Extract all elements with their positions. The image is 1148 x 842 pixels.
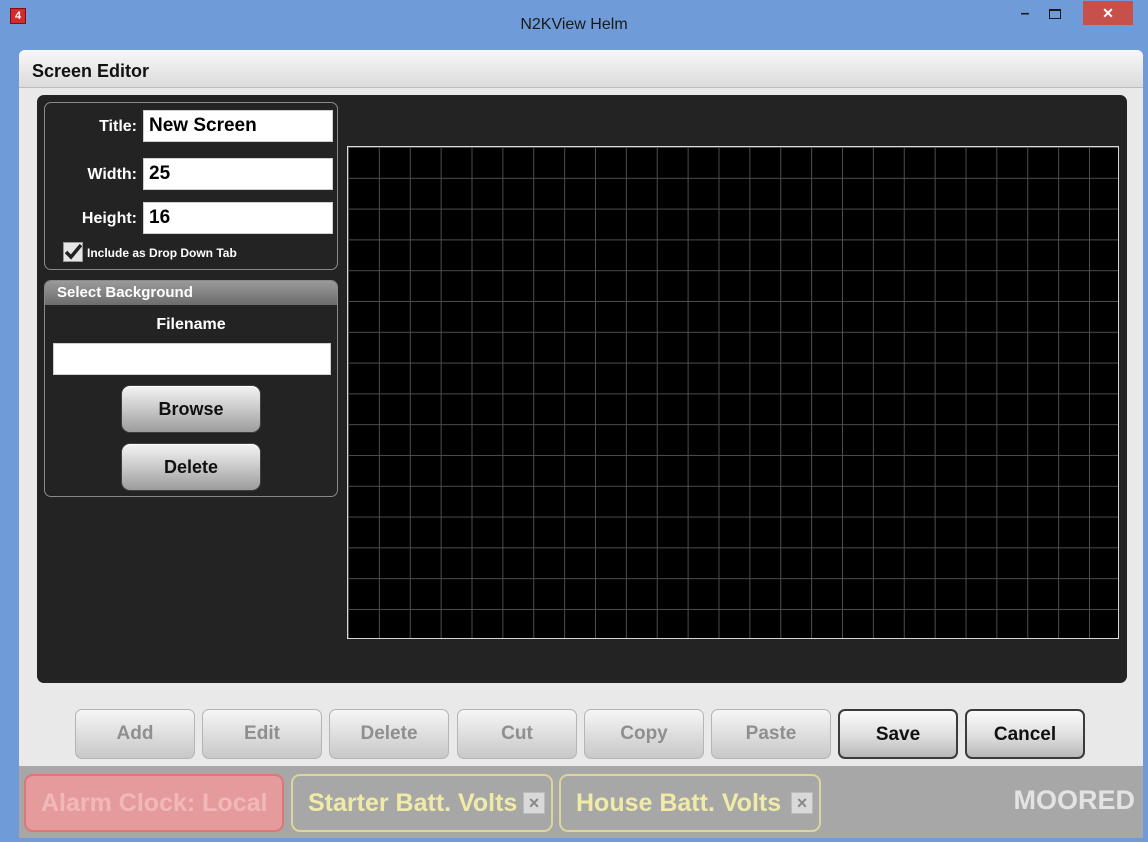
paste-button[interactable]: Paste [711,709,831,759]
screen-properties-panel: Title: New Screen Width: 25 Height: 16 I… [44,102,338,270]
starter-batt-volts-alert[interactable]: Starter Batt. Volts × [291,774,553,832]
editor-header: Screen Editor [19,50,1143,88]
screen-editor-window: Screen Editor Title: New Screen Width: 2… [19,50,1143,838]
close-icon[interactable]: × [523,792,545,814]
width-field[interactable]: 25 [143,158,333,190]
checkmark-icon [64,243,82,260]
close-icon[interactable]: × [791,792,813,814]
cancel-button[interactable]: Cancel [965,709,1085,759]
browse-button[interactable]: Browse [121,385,261,433]
minimize-button[interactable]: – [1010,0,1040,30]
dropdown-tab-label: Include as Drop Down Tab [87,246,237,260]
title-field[interactable]: New Screen [143,110,333,142]
height-label: Height: [81,210,137,227]
delete-button[interactable]: Delete [329,709,449,759]
maximize-button[interactable] [1040,0,1070,30]
vessel-mode-indicator: MOORED [1013,785,1136,815]
editor-title: Screen Editor [32,61,150,81]
height-field[interactable]: 16 [143,202,333,234]
select-background-header: Select Background [45,281,337,305]
save-button[interactable]: Save [838,709,958,759]
copy-button[interactable]: Copy [584,709,704,759]
dropdown-tab-checkbox[interactable] [63,242,83,262]
width-label: Width: [87,166,137,183]
starter-alert-label: Starter Batt. Volts [308,789,518,817]
screen-layout-grid[interactable] [347,146,1119,639]
window-title: N2KView Helm [520,16,628,33]
close-button[interactable]: ✕ [1083,1,1133,25]
alarm-clock-alert[interactable]: Alarm Clock: Local [24,774,284,832]
title-label: Title: [99,118,137,135]
maximize-icon [1049,8,1061,19]
filename-input[interactable] [53,343,331,375]
delete-background-button[interactable]: Delete [121,443,261,491]
editor-stage: Title: New Screen Width: 25 Height: 16 I… [37,95,1127,683]
window-titlebar: 4 N2KView Helm – ✕ [0,0,1148,48]
add-button[interactable]: Add [75,709,195,759]
select-background-panel: Select Background Filename Browse Delete [44,280,338,497]
alert-status-bar: Alarm Clock: Local Starter Batt. Volts ×… [19,766,1143,838]
filename-label: Filename [156,316,226,333]
edit-button[interactable]: Edit [202,709,322,759]
house-batt-volts-alert[interactable]: House Batt. Volts × [559,774,821,832]
house-alert-label: House Batt. Volts [576,789,782,817]
cut-button[interactable]: Cut [457,709,577,759]
